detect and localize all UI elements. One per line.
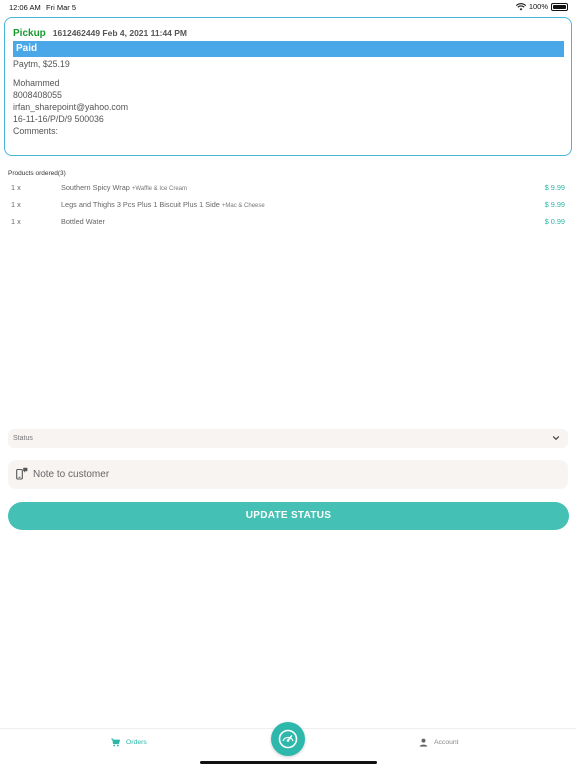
product-title: Legs and Thighs 3 Pcs Plus 1 Biscuit Plu…	[61, 200, 220, 209]
product-title: Bottled Water	[61, 217, 105, 226]
product-title: Southern Spicy Wrap	[61, 183, 130, 192]
product-price: $ 9.99	[544, 183, 565, 192]
order-type: Pickup	[13, 28, 46, 39]
battery-icon	[551, 2, 568, 11]
nav-orders[interactable]: Orders	[111, 738, 147, 747]
product-name: Bottled Water	[61, 217, 105, 226]
product-row: 1 x Bottled Water $ 0.99	[0, 217, 576, 233]
product-name: Southern Spicy Wrap +Waffle & Ice Cream	[61, 183, 187, 192]
products-title: Products ordered(3)	[8, 170, 66, 177]
chevron-down-icon	[552, 436, 560, 440]
order-meta: 1612462449 Feb 4, 2021 11:44 PM	[52, 28, 188, 38]
person-icon	[419, 738, 428, 747]
bottom-nav: Orders Account	[0, 722, 576, 768]
customer-email[interactable]: irfan_sharepoint@yahoo.com	[13, 102, 128, 112]
update-status-button[interactable]: UPDATE STATUS	[8, 502, 569, 530]
phone-message-icon	[16, 467, 28, 480]
payment-line: Paytm, $25.19	[13, 59, 70, 69]
nav-account[interactable]: Account	[419, 738, 459, 747]
status-select[interactable]: Status	[8, 429, 568, 448]
product-row: 1 x Southern Spicy Wrap +Waffle & Ice Cre…	[0, 183, 576, 199]
customer-name: Mohammed	[13, 78, 60, 88]
product-qty: 1 x	[11, 200, 21, 209]
nav-orders-label: Orders	[126, 739, 147, 746]
product-name: Legs and Thighs 3 Pcs Plus 1 Biscuit Plu…	[61, 200, 265, 209]
status-date: Fri Mar 5	[46, 3, 76, 12]
status-time: 12:06 AM	[9, 3, 41, 12]
product-price: $ 9.99	[544, 200, 565, 209]
nav-account-label: Account	[434, 739, 459, 746]
status-bar: 12:06 AM Fri Mar 5 100%	[0, 0, 576, 14]
customer-address: 16-11-16/P/D/9 500036	[13, 114, 104, 124]
order-header: Pickup 1612462449 Feb 4, 2021 11:44 PM	[13, 28, 187, 39]
status-select-label: Status	[13, 435, 33, 442]
wifi-icon	[515, 2, 526, 10]
customer-phone[interactable]: 8008408055	[13, 90, 62, 100]
cart-icon	[111, 738, 120, 747]
product-qty: 1 x	[11, 217, 21, 226]
product-addon: +Mac & Cheese	[221, 203, 265, 209]
product-price: $ 0.99	[544, 217, 565, 226]
product-row: 1 x Legs and Thighs 3 Pcs Plus 1 Biscuit…	[0, 200, 576, 216]
order-card: Pickup 1612462449 Feb 4, 2021 11:44 PM P…	[4, 17, 572, 156]
dashboard-button[interactable]	[271, 722, 305, 756]
battery-percent: 100%	[528, 2, 548, 11]
payment-status-bar: Paid	[13, 41, 564, 57]
note-field[interactable]	[8, 460, 568, 489]
home-indicator	[200, 761, 377, 764]
product-addon: +Waffle & Ice Cream	[131, 186, 188, 192]
status-right: 100%	[515, 2, 568, 11]
order-comments: Comments:	[13, 126, 58, 136]
note-input[interactable]	[33, 464, 553, 485]
product-qty: 1 x	[11, 183, 21, 192]
speedometer-icon	[278, 729, 298, 749]
